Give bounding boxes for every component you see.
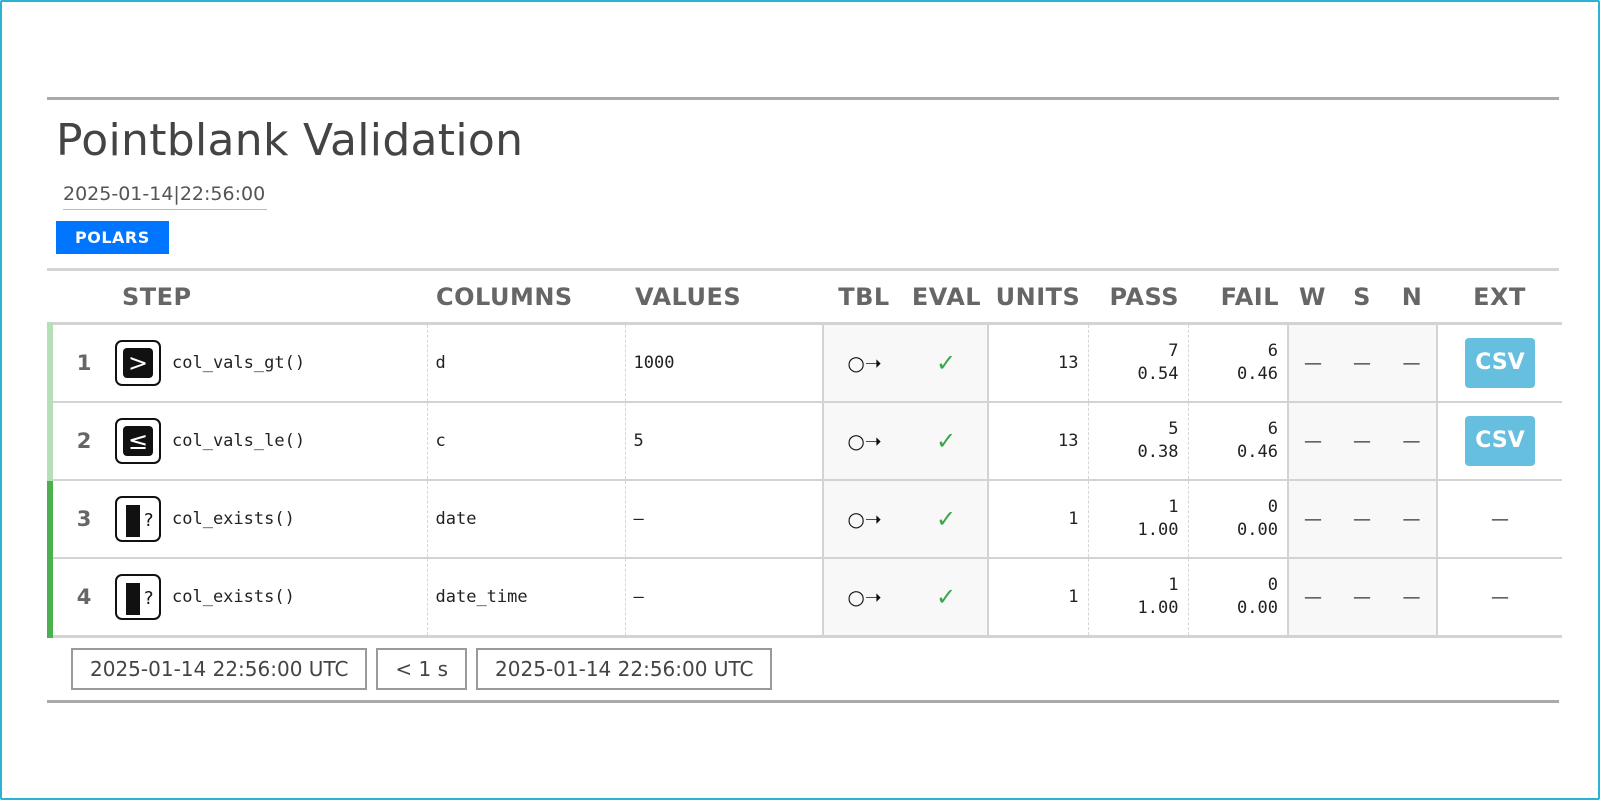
notify-value: — — [1387, 402, 1438, 481]
fail-value: 6 0.46 — [1188, 402, 1288, 481]
step-number: 1 — [47, 323, 115, 403]
tbl-icon: ○➝ — [822, 558, 905, 638]
column-exists-icon: ? — [115, 496, 161, 542]
units-value: 13 — [988, 323, 1089, 403]
step-function: col_exists() — [172, 509, 295, 529]
fail-value: 0 0.00 — [1188, 558, 1288, 638]
pass-value: 1 1.00 — [1088, 480, 1189, 559]
values-value: — — [625, 480, 823, 559]
eval-check-icon: ✓ — [905, 480, 989, 559]
step-function: col_vals_gt() — [172, 353, 306, 373]
header-values: VALUES — [625, 271, 823, 325]
column-value: c — [427, 402, 626, 481]
duration-box: < 1 s — [376, 648, 468, 690]
units-value: 1 — [988, 558, 1089, 638]
step-cell: > col_vals_gt() — [115, 323, 428, 403]
step-cell: ? col_exists() — [115, 480, 428, 559]
stop-value: — — [1337, 323, 1387, 403]
csv-download-button[interactable]: CSV — [1465, 416, 1535, 466]
values-value: — — [625, 558, 823, 638]
step-number: 4 — [47, 558, 115, 638]
step-function: col_exists() — [172, 587, 295, 607]
header-eval: EVAL — [905, 271, 988, 325]
units-value: 13 — [988, 402, 1089, 481]
step-cell: ≤ col_vals_le() — [115, 402, 428, 481]
notify-value: — — [1387, 480, 1438, 559]
column-exists-icon: ? — [115, 574, 161, 620]
notify-value: — — [1387, 323, 1438, 403]
header-n: N — [1387, 271, 1437, 325]
end-time-box: 2025-01-14 22:56:00 UTC — [476, 648, 773, 690]
ext-cell: — — [1437, 558, 1562, 638]
column-value: date — [427, 480, 626, 559]
header-step: STEP — [115, 271, 427, 325]
ext-cell: CSV — [1437, 323, 1562, 403]
validation-report: Pointblank Validation 2025-01-14|22:56:0… — [47, 97, 1562, 703]
report-timestamp: 2025-01-14|22:56:00 — [63, 182, 268, 210]
validation-table: STEP COLUMNS VALUES TBL EVAL UNITS PASS … — [47, 271, 1562, 638]
tbl-icon: ○➝ — [822, 323, 905, 403]
eval-check-icon: ✓ — [905, 558, 989, 638]
tbl-icon: ○➝ — [822, 480, 905, 559]
stop-value: — — [1337, 480, 1387, 559]
header-ext: EXT — [1437, 271, 1562, 325]
header-tbl: TBL — [823, 271, 905, 325]
units-value: 1 — [988, 480, 1089, 559]
column-value: date_time — [427, 558, 626, 638]
header-units: UNITS — [988, 271, 1088, 325]
pass-value: 1 1.00 — [1088, 558, 1189, 638]
warning-value: — — [1287, 480, 1337, 559]
ext-cell: — — [1437, 480, 1562, 559]
engine-badge: POLARS — [56, 221, 169, 254]
table-row: 3 ? col_exists() date — ○➝ ✓ 1 1 1.00 0 0.… — [47, 480, 1562, 559]
window-frame: Pointblank Validation 2025-01-14|22:56:0… — [0, 0, 1600, 800]
warning-value: — — [1287, 323, 1337, 403]
values-value: 1000 — [625, 323, 823, 403]
step-cell: ? col_exists() — [115, 558, 428, 638]
pass-value: 5 0.38 — [1088, 402, 1189, 481]
warning-value: — — [1287, 402, 1337, 481]
header-s: S — [1337, 271, 1387, 325]
warning-value: — — [1287, 558, 1337, 638]
pass-value: 7 0.54 — [1088, 323, 1189, 403]
values-value: 5 — [625, 402, 823, 481]
ext-cell: CSV — [1437, 402, 1562, 481]
greater-than-icon: > — [115, 340, 161, 386]
table-row: 2 ≤ col_vals_le() c 5 ○➝ ✓ 13 5 0.38 6 0.4… — [47, 402, 1562, 481]
table-row: 1 > col_vals_gt() d 1000 ○➝ ✓ 13 7 0.54 6… — [47, 323, 1562, 403]
eval-check-icon: ✓ — [905, 323, 989, 403]
step-function: col_vals_le() — [172, 431, 306, 451]
header-columns: COLUMNS — [427, 271, 625, 325]
step-number: 3 — [47, 480, 115, 559]
notify-value: — — [1387, 558, 1438, 638]
start-time-box: 2025-01-14 22:56:00 UTC — [71, 648, 368, 690]
header-w: W — [1288, 271, 1337, 325]
header-fail: FAIL — [1188, 271, 1288, 325]
stop-value: — — [1337, 402, 1387, 481]
footer-timing: 2025-01-14 22:56:00 UTC < 1 s 2025-01-14… — [71, 648, 1559, 690]
csv-download-button[interactable]: CSV — [1465, 338, 1535, 388]
step-number: 2 — [47, 402, 115, 481]
table-header-row: STEP COLUMNS VALUES TBL EVAL UNITS PASS … — [50, 271, 1562, 325]
header-num — [50, 271, 115, 325]
stop-value: — — [1337, 558, 1387, 638]
column-value: d — [427, 323, 626, 403]
less-equal-icon: ≤ — [115, 418, 161, 464]
eval-check-icon: ✓ — [905, 402, 989, 481]
table-row: 4 ? col_exists() date_time — ○➝ ✓ 1 1 1.0… — [47, 558, 1562, 638]
top-rule — [47, 97, 1559, 100]
page-title: Pointblank Validation — [56, 115, 524, 166]
tbl-icon: ○➝ — [822, 402, 905, 481]
bottom-rule — [47, 700, 1559, 703]
fail-value: 6 0.46 — [1188, 323, 1288, 403]
fail-value: 0 0.00 — [1188, 480, 1288, 559]
header-pass: PASS — [1088, 271, 1188, 325]
